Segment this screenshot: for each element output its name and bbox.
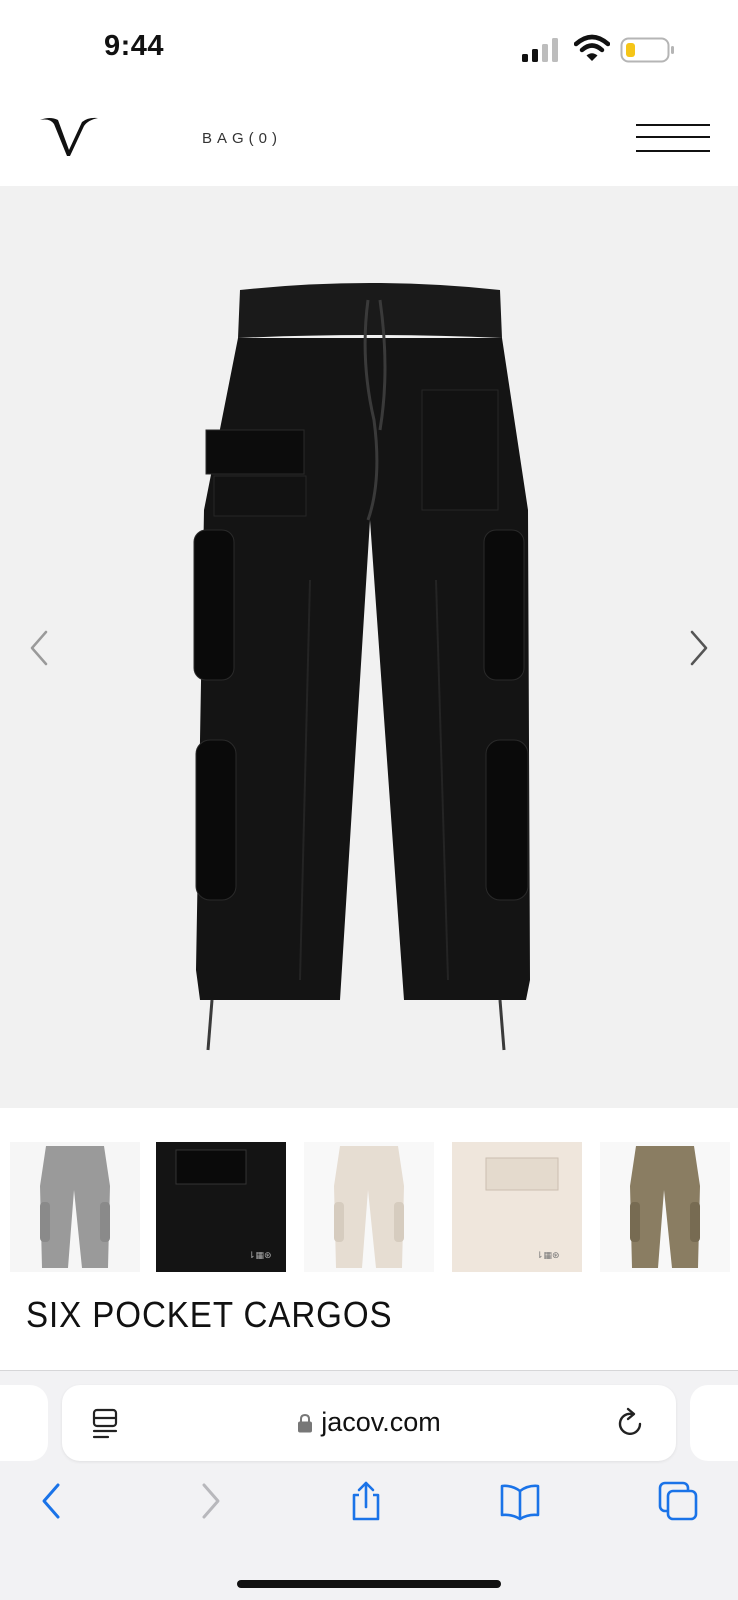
bookmarks-icon[interactable] <box>498 1479 542 1523</box>
url-display[interactable]: jacov.com <box>62 1407 676 1438</box>
thumbnail-cream-detail[interactable]: ⇂▦⊛ <box>452 1142 582 1272</box>
battery-low-icon <box>620 37 674 63</box>
thumbnail-khaki-pants[interactable] <box>600 1142 730 1272</box>
url-text: jacov.com <box>321 1407 441 1437</box>
svg-text:⇂▦⊛: ⇂▦⊛ <box>536 1251 560 1261</box>
product-gallery <box>0 186 738 1108</box>
home-indicator[interactable] <box>237 1580 501 1588</box>
browser-toolbar: jacov.com <box>0 1370 738 1600</box>
back-icon[interactable] <box>30 1479 74 1523</box>
cellular-signal-icon <box>522 38 558 62</box>
lock-icon <box>298 1413 313 1433</box>
wifi-icon <box>574 34 610 61</box>
thumbnail-strip: ⇂▦⊛ ⇂▦⊛ <box>0 1142 738 1274</box>
product-main-image[interactable] <box>190 280 550 1070</box>
chevron-right-icon[interactable] <box>684 628 714 668</box>
status-bar: 9:44 <box>0 0 738 100</box>
previous-tab-preview[interactable] <box>0 1385 48 1461</box>
hamburger-menu-icon[interactable] <box>636 122 712 156</box>
share-icon[interactable] <box>344 1479 388 1523</box>
thumbnail-cream-pants[interactable] <box>304 1142 434 1272</box>
product-title: SIX POCKET CARGOS <box>26 1294 393 1335</box>
next-tab-preview[interactable] <box>690 1385 738 1461</box>
chevron-left-icon[interactable] <box>24 628 54 668</box>
address-bar[interactable]: jacov.com <box>62 1385 676 1461</box>
tabs-icon[interactable] <box>656 1479 700 1523</box>
reload-icon[interactable] <box>614 1407 646 1439</box>
svg-text:⇂▦⊛: ⇂▦⊛ <box>248 1251 272 1261</box>
forward-icon[interactable] <box>188 1479 232 1523</box>
bag-link[interactable]: BAG(0) <box>202 130 282 147</box>
browser-nav-row <box>0 1471 738 1541</box>
site-header: BAG(0) <box>0 100 738 186</box>
thumbnail-black-detail[interactable]: ⇂▦⊛ <box>156 1142 286 1272</box>
status-time: 9:44 <box>104 30 165 62</box>
jacov-v-logo[interactable] <box>38 114 100 158</box>
thumbnail-grey-pants[interactable] <box>10 1142 140 1272</box>
